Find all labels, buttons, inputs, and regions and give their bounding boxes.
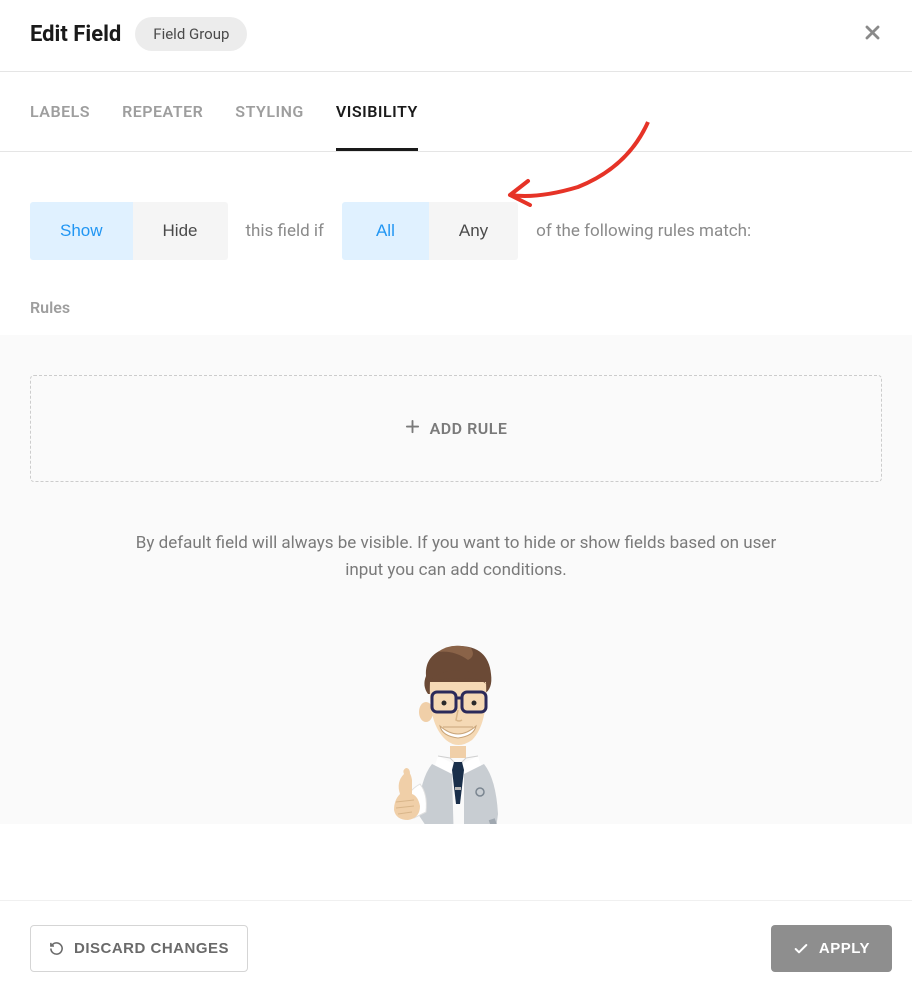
plus-icon bbox=[405, 418, 420, 439]
tab-visibility[interactable]: VISIBILITY bbox=[336, 72, 418, 151]
dialog-title: Edit Field bbox=[30, 22, 121, 47]
add-rule-button[interactable]: ADD RULE bbox=[30, 375, 882, 482]
condition-text-2: of the following rules match: bbox=[536, 221, 751, 241]
apply-label: APPLY bbox=[819, 940, 870, 957]
undo-icon bbox=[49, 941, 64, 956]
mascot-illustration bbox=[30, 614, 882, 824]
toggle-all[interactable]: All bbox=[342, 202, 429, 260]
discard-label: DISCARD CHANGES bbox=[74, 940, 229, 957]
add-rule-label: ADD RULE bbox=[430, 419, 508, 438]
show-hide-toggle: Show Hide bbox=[30, 202, 228, 260]
all-any-toggle: All Any bbox=[342, 202, 518, 260]
apply-button[interactable]: APPLY bbox=[771, 925, 892, 972]
rules-panel: ADD RULE By default field will always be… bbox=[0, 335, 912, 824]
toggle-show[interactable]: Show bbox=[30, 202, 133, 260]
condition-row: Show Hide this field if All Any of the f… bbox=[0, 152, 912, 298]
condition-text-1: this field if bbox=[246, 221, 324, 241]
tab-styling[interactable]: STYLING bbox=[235, 72, 304, 151]
discard-changes-button[interactable]: DISCARD CHANGES bbox=[30, 925, 248, 972]
close-icon bbox=[863, 23, 882, 42]
tab-labels[interactable]: LABELS bbox=[30, 72, 90, 151]
toggle-hide[interactable]: Hide bbox=[133, 202, 228, 260]
dialog-footer: DISCARD CHANGES APPLY bbox=[0, 900, 912, 996]
tab-repeater[interactable]: REPEATER bbox=[122, 72, 203, 151]
rules-section: Rules ADD RULE By default field will alw… bbox=[0, 298, 912, 824]
tab-bar: LABELS REPEATER STYLING VISIBILITY bbox=[0, 72, 912, 152]
check-icon bbox=[793, 941, 809, 957]
field-type-badge: Field Group bbox=[135, 17, 247, 51]
dialog-header: Edit Field Field Group bbox=[0, 0, 912, 72]
visibility-panel: Show Hide this field if All Any of the f… bbox=[0, 152, 912, 824]
rules-label: Rules bbox=[30, 298, 882, 317]
add-rule-content: ADD RULE bbox=[405, 418, 508, 439]
toggle-any[interactable]: Any bbox=[429, 202, 518, 260]
close-button[interactable] bbox=[863, 21, 882, 47]
rules-help-text: By default field will always be visible.… bbox=[30, 482, 882, 614]
